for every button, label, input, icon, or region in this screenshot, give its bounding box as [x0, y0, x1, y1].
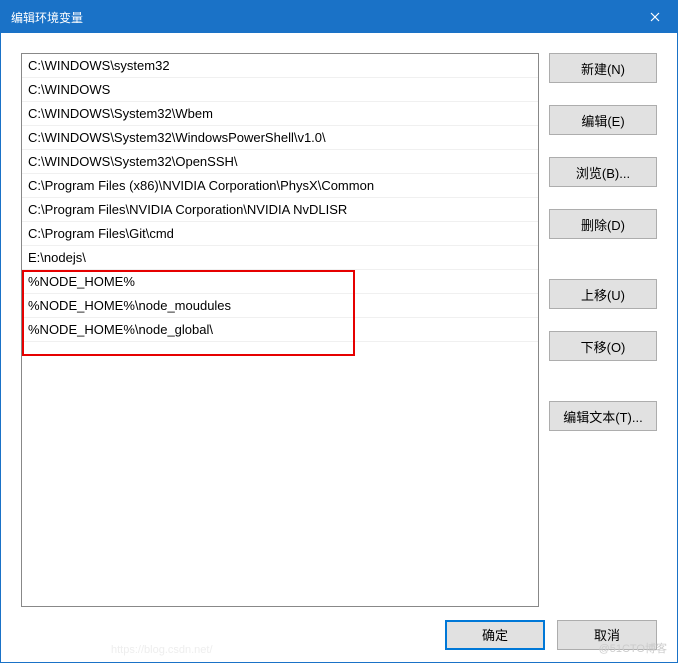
list-item[interactable]: C:\Program Files\NVIDIA Corporation\NVID…: [22, 198, 538, 222]
list-item[interactable]: C:\Program Files (x86)\NVIDIA Corporatio…: [22, 174, 538, 198]
list-item[interactable]: %NODE_HOME%: [22, 270, 538, 294]
path-listbox[interactable]: C:\WINDOWS\system32 C:\WINDOWS C:\WINDOW…: [21, 53, 539, 607]
move-up-button[interactable]: 上移(U): [549, 279, 657, 309]
close-icon: [650, 12, 660, 22]
delete-button[interactable]: 删除(D): [549, 209, 657, 239]
cancel-button[interactable]: 取消: [557, 620, 657, 650]
dialog-footer: 确定 取消: [1, 607, 677, 662]
list-item[interactable]: C:\WINDOWS\System32\OpenSSH\: [22, 150, 538, 174]
list-item[interactable]: C:\WINDOWS\System32\Wbem: [22, 102, 538, 126]
titlebar: 编辑环境变量: [1, 1, 677, 33]
edit-button[interactable]: 编辑(E): [549, 105, 657, 135]
button-sidebar: 新建(N) 编辑(E) 浏览(B)... 删除(D) 上移(U) 下移(O) 编…: [549, 53, 657, 607]
edit-text-button[interactable]: 编辑文本(T)...: [549, 401, 657, 431]
list-item[interactable]: C:\Program Files\Git\cmd: [22, 222, 538, 246]
list-item[interactable]: C:\WINDOWS\System32\WindowsPowerShell\v1…: [22, 126, 538, 150]
browse-button[interactable]: 浏览(B)...: [549, 157, 657, 187]
content-area: C:\WINDOWS\system32 C:\WINDOWS C:\WINDOW…: [1, 33, 677, 607]
ok-button[interactable]: 确定: [445, 620, 545, 650]
list-item[interactable]: C:\WINDOWS: [22, 78, 538, 102]
list-item[interactable]: E:\nodejs\: [22, 246, 538, 270]
list-item[interactable]: C:\WINDOWS\system32: [22, 54, 538, 78]
move-down-button[interactable]: 下移(O): [549, 331, 657, 361]
list-item[interactable]: %NODE_HOME%\node_global\: [22, 318, 538, 342]
new-button[interactable]: 新建(N): [549, 53, 657, 83]
window-title: 编辑环境变量: [11, 9, 83, 26]
dialog-window: 编辑环境变量 C:\WINDOWS\system32 C:\WINDOWS C:…: [0, 0, 678, 663]
list-item[interactable]: %NODE_HOME%\node_moudules: [22, 294, 538, 318]
close-button[interactable]: [632, 1, 677, 33]
